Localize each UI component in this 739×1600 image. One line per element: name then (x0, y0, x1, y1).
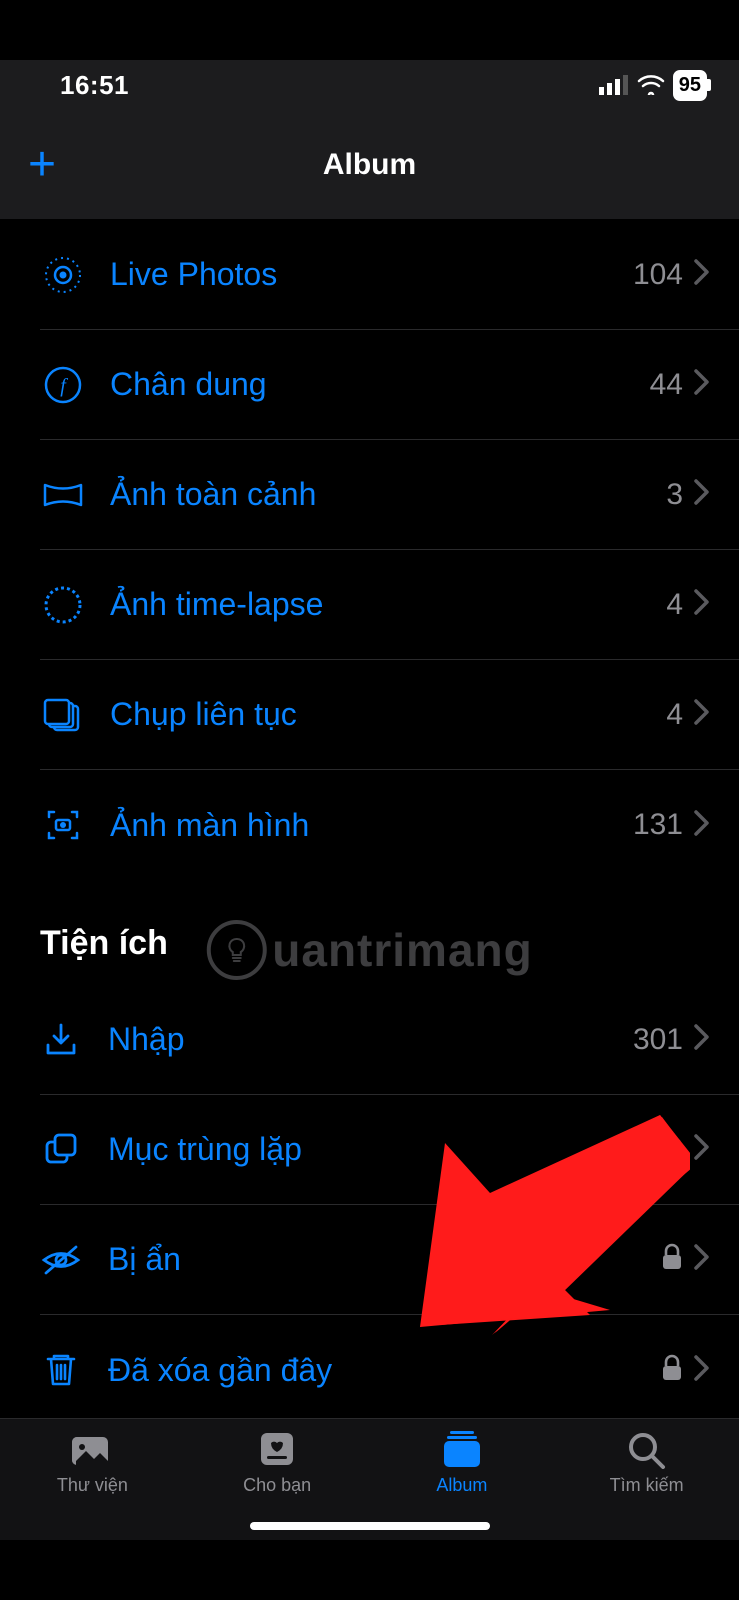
media-types-section: Live Photos 104 f Chân dung 44 Ảnh toàn … (0, 220, 739, 880)
row-label: Ảnh time-lapse (110, 586, 666, 623)
row-count: 86 (650, 1133, 683, 1167)
library-icon (68, 1429, 116, 1469)
row-screenshot[interactable]: Ảnh màn hình 131 (40, 770, 739, 880)
row-count: 4 (666, 588, 683, 622)
chevron-right-icon (693, 1354, 711, 1387)
row-label: Ảnh toàn cảnh (110, 476, 666, 513)
status-bar: 16:51 95 (0, 60, 739, 110)
row-hidden[interactable]: Bị ẩn (40, 1205, 739, 1315)
chevron-right-icon (693, 368, 711, 401)
content: Live Photos 104 f Chân dung 44 Ảnh toàn … (0, 220, 739, 1418)
lock-icon (661, 1243, 683, 1276)
status-right: 95 (599, 70, 707, 101)
wifi-icon (637, 75, 665, 95)
battery-icon: 95 (673, 70, 707, 101)
row-recently-deleted[interactable]: Đã xóa gần đây (40, 1315, 739, 1418)
row-label: Nhập (108, 1021, 633, 1058)
utilities-header: Tiện ích (0, 880, 739, 985)
battery-level: 95 (679, 74, 701, 97)
chevron-right-icon (693, 1243, 711, 1276)
row-portrait[interactable]: f Chân dung 44 (40, 330, 739, 440)
trash-icon (40, 1349, 108, 1391)
chevron-right-icon (693, 1133, 711, 1166)
timelapse-icon (40, 582, 110, 628)
row-label: Chụp liên tục (110, 696, 666, 733)
lock-icon (661, 1354, 683, 1387)
row-count: 4 (666, 698, 683, 732)
tab-label: Cho bạn (243, 1475, 311, 1496)
svg-text:f: f (60, 375, 68, 397)
hidden-icon (40, 1239, 108, 1281)
row-count: 3 (666, 478, 683, 512)
page-title: Album (323, 148, 416, 182)
utilities-section: Nhập 301 Mục trùng lặp 86 Bị ẩn (0, 985, 739, 1418)
chevron-right-icon (693, 698, 711, 731)
tab-library[interactable]: Thư viện (0, 1429, 185, 1540)
row-live-photos[interactable]: Live Photos 104 (40, 220, 739, 330)
row-import[interactable]: Nhập 301 (40, 985, 739, 1095)
portrait-icon: f (40, 362, 110, 408)
albums-icon (438, 1429, 486, 1469)
row-timelapse[interactable]: Ảnh time-lapse 4 (40, 550, 739, 660)
chevron-right-icon (693, 588, 711, 621)
row-count: 44 (650, 368, 683, 402)
tab-label: Tìm kiếm (610, 1475, 684, 1496)
row-label: Mục trùng lặp (108, 1131, 650, 1168)
duplicates-icon (40, 1129, 108, 1171)
for-you-icon (253, 1429, 301, 1469)
chevron-right-icon (693, 809, 711, 842)
chevron-right-icon (693, 478, 711, 511)
row-label: Đã xóa gần đây (108, 1352, 661, 1389)
row-count: 301 (633, 1023, 683, 1057)
row-panorama[interactable]: Ảnh toàn cảnh 3 (40, 440, 739, 550)
row-duplicates[interactable]: Mục trùng lặp 86 (40, 1095, 739, 1205)
row-count: 131 (633, 808, 683, 842)
row-label: Chân dung (110, 366, 650, 403)
burst-icon (40, 692, 110, 738)
row-count: 104 (633, 258, 683, 292)
panorama-icon (40, 472, 110, 518)
nav-header: + Album (0, 110, 739, 220)
row-label: Live Photos (110, 256, 633, 293)
screenshot-icon (40, 802, 110, 848)
row-label: Ảnh màn hình (110, 807, 633, 844)
live-photos-icon (40, 252, 110, 298)
tab-search[interactable]: Tìm kiếm (554, 1429, 739, 1540)
row-burst[interactable]: Chụp liên tục 4 (40, 660, 739, 770)
tab-label: Thư viện (57, 1475, 128, 1496)
row-label: Bị ẩn (108, 1241, 661, 1278)
cellular-icon (599, 75, 629, 95)
search-icon (623, 1429, 671, 1469)
chevron-right-icon (693, 258, 711, 291)
chevron-right-icon (693, 1023, 711, 1056)
tab-label: Album (436, 1475, 487, 1496)
add-button[interactable]: + (28, 141, 56, 189)
import-icon (40, 1019, 108, 1061)
status-time: 16:51 (60, 70, 129, 101)
home-indicator[interactable] (250, 1522, 490, 1530)
